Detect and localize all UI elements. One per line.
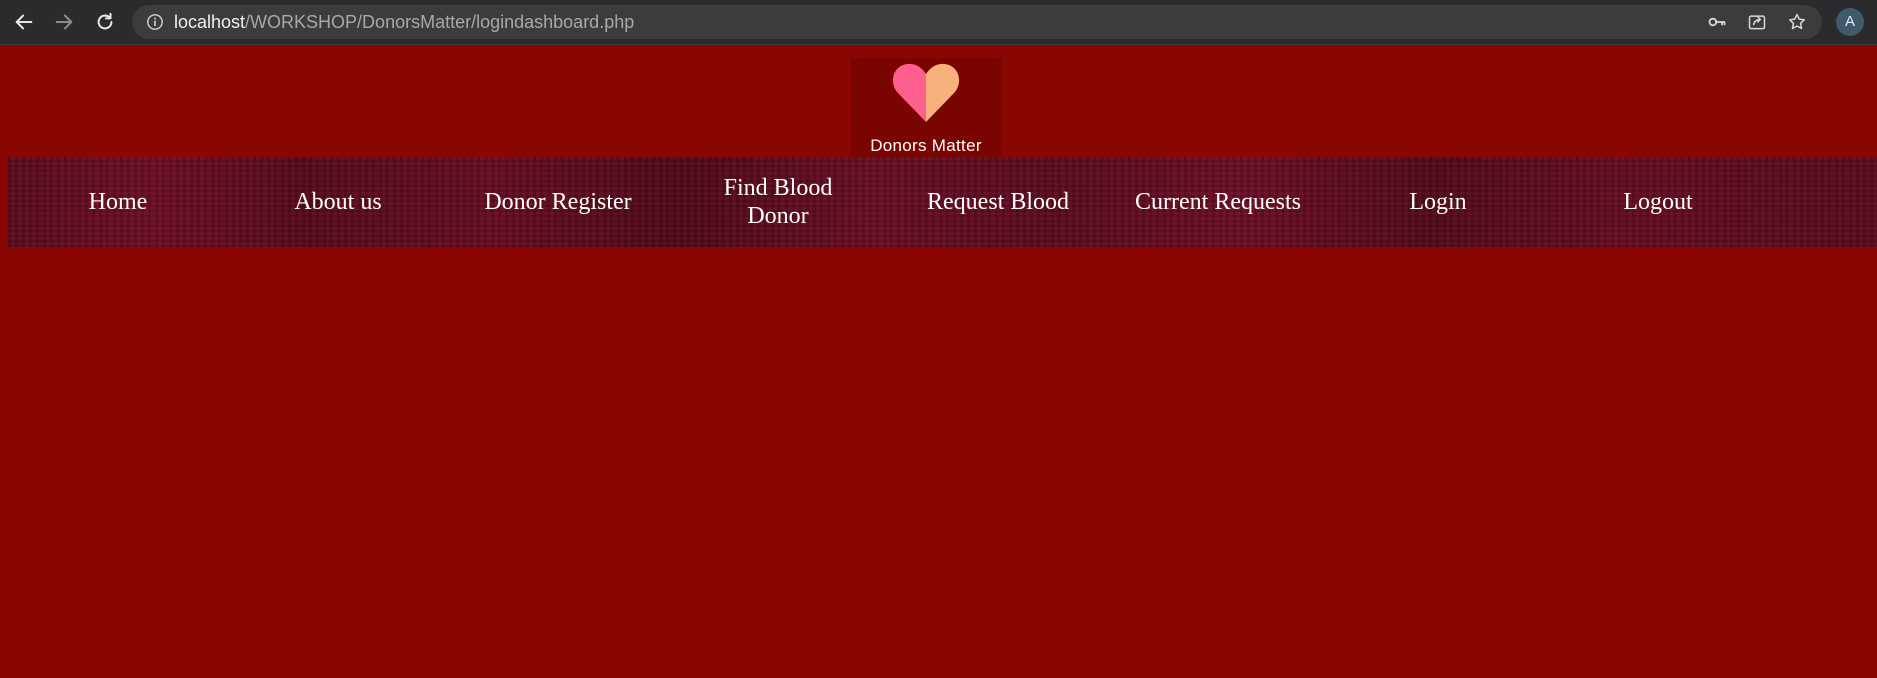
forward-button[interactable] bbox=[49, 7, 79, 37]
nav-item-about-us[interactable]: About us bbox=[228, 157, 448, 247]
nav-item-donor-register[interactable]: Donor Register bbox=[448, 157, 668, 247]
profile-avatar[interactable]: A bbox=[1836, 8, 1864, 36]
nav-item-home[interactable]: Home bbox=[8, 157, 228, 247]
browser-toolbar: localhost/WORKSHOP/DonorsMatter/logindas… bbox=[0, 0, 1877, 45]
nav-item-request-blood[interactable]: Request Blood bbox=[888, 157, 1108, 247]
nav-item-logout[interactable]: Logout bbox=[1548, 157, 1768, 247]
info-icon[interactable] bbox=[146, 13, 164, 31]
address-bar[interactable]: localhost/WORKSHOP/DonorsMatter/logindas… bbox=[132, 5, 1822, 39]
star-icon[interactable] bbox=[1787, 12, 1807, 32]
reload-icon bbox=[97, 12, 113, 30]
logo-text: Donors Matter bbox=[870, 136, 982, 155]
page-content: Donors Matter Home About us Donor Regist… bbox=[0, 46, 1877, 678]
url-host: localhost bbox=[174, 12, 246, 32]
site-logo[interactable]: Donors Matter bbox=[851, 58, 1001, 158]
forward-arrow-icon bbox=[55, 14, 73, 30]
url-path: /WORKSHOP/DonorsMatter/logindashboard.ph… bbox=[245, 12, 635, 32]
back-button[interactable] bbox=[9, 7, 39, 37]
key-icon[interactable] bbox=[1707, 12, 1727, 32]
heart-logo-icon bbox=[892, 63, 960, 122]
nav-item-find-blood-donor[interactable]: Find Blood Donor bbox=[668, 157, 888, 247]
reload-button[interactable] bbox=[90, 7, 120, 37]
share-icon[interactable] bbox=[1747, 12, 1767, 32]
url-text[interactable]: localhost/WORKSHOP/DonorsMatter/logindas… bbox=[174, 5, 634, 39]
nav-item-login[interactable]: Login bbox=[1328, 157, 1548, 247]
nav-item-current-requests[interactable]: Current Requests bbox=[1108, 157, 1328, 247]
back-arrow-icon bbox=[15, 14, 33, 30]
main-navigation: Home About us Donor Register Find Blood … bbox=[8, 157, 1877, 247]
